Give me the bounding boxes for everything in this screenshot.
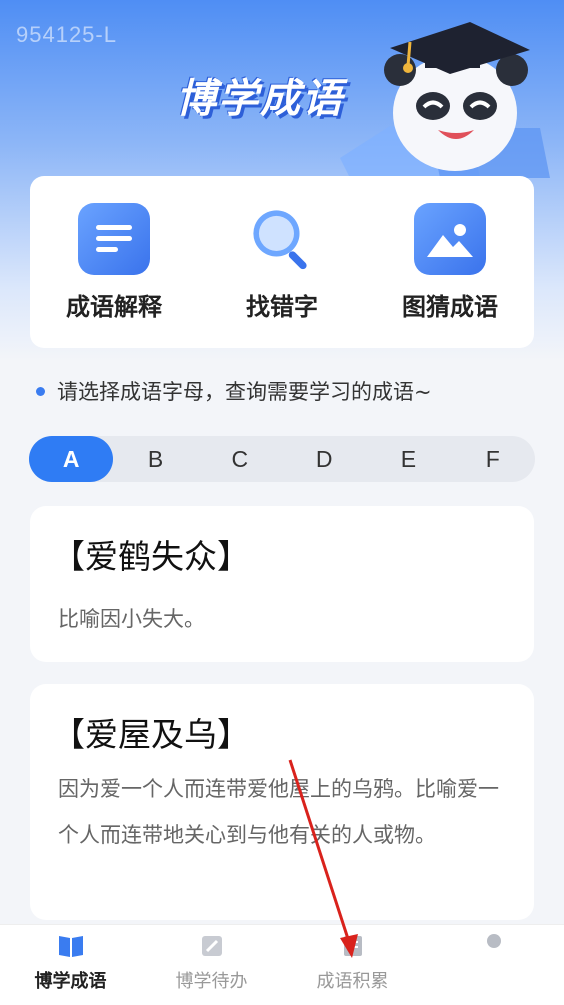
letter-tab-e[interactable]: E	[366, 436, 450, 482]
tab-label: 成语积累	[316, 971, 389, 992]
notebook-icon	[343, 936, 362, 956]
tab-label: 博学成语	[34, 971, 107, 992]
magnifier-icon	[246, 203, 318, 275]
tab-accumulate[interactable]: 成语积累	[282, 925, 423, 1005]
tab-idioms[interactable]: 博学成语	[0, 925, 141, 1005]
letter-tab-b[interactable]: B	[113, 436, 197, 482]
watermark-text: 954125-L	[16, 22, 117, 47]
idiom-card[interactable]: 【爱鹤失众】 比喻因小失大。	[30, 506, 534, 662]
feature-idiom-explain[interactable]: 成语解释	[39, 202, 189, 322]
letter-tab-a[interactable]: A	[29, 436, 114, 482]
feature-panel: 成语解释 找错字 图猜成语	[30, 176, 534, 348]
idiom-title: 【爱鹤失众】	[52, 537, 250, 576]
feature-picture-guess[interactable]: 图猜成语	[375, 202, 525, 322]
idiom-description: 比喻因小失大。	[58, 607, 205, 631]
document-lines-icon	[78, 202, 150, 275]
feature-label: 图猜成语	[402, 292, 498, 321]
profile-icon	[486, 934, 501, 948]
picture-icon	[414, 202, 486, 275]
app-title: 博学成语	[176, 76, 344, 122]
tab-label: 博学待办	[175, 971, 248, 992]
hint-text: 请选择成语字母，查询需要学习的成语~	[57, 380, 432, 404]
tab-todo[interactable]: 博学待办	[141, 925, 282, 1005]
idiom-description: 因为爱一个人而连带爱他屋上的乌鸦。比喻爱一个人而连带地关心到与他有关的人或物。	[58, 777, 499, 847]
bottom-tab-bar: 博学成语 博学待办 成语积累	[0, 924, 564, 1005]
panda-mascot-icon	[340, 22, 550, 178]
letter-tab-c[interactable]: C	[198, 436, 282, 482]
todo-icon	[201, 936, 222, 956]
letter-hint: 请选择成语字母，查询需要学习的成语~	[30, 376, 432, 406]
letter-tab-f[interactable]: F	[451, 436, 535, 482]
feature-label: 找错字	[246, 292, 318, 321]
idiom-title: 【爱屋及乌】	[52, 715, 250, 754]
book-icon	[58, 936, 83, 957]
bullet-dot	[36, 386, 45, 396]
feature-find-typo[interactable]: 找错字	[207, 203, 357, 322]
letter-tabs: A B C D E F	[29, 436, 535, 482]
tab-profile[interactable]	[423, 925, 564, 1005]
feature-label: 成语解释	[66, 292, 162, 321]
idiom-card[interactable]: 【爱屋及乌】 因为爱一个人而连带爱他屋上的乌鸦。比喻爱一个人而连带地关心到与他有…	[30, 684, 534, 920]
letter-tab-d[interactable]: D	[282, 436, 366, 482]
